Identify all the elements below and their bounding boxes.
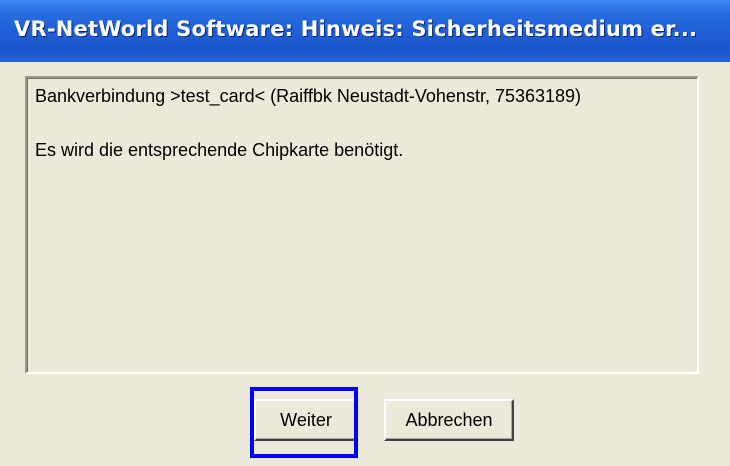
- bank-connection-text: Bankverbindung >test_card< (Raiffbk Neus…: [35, 86, 582, 106]
- title-bar[interactable]: VR-NetWorld Software: Hinweis: Sicherhei…: [0, 0, 730, 62]
- window-title: VR-NetWorld Software: Hinweis: Sicherhei…: [14, 17, 698, 41]
- continue-button[interactable]: Weiter: [254, 399, 358, 441]
- message-area: Bankverbindung >test_card< (Raiffbk Neus…: [25, 76, 699, 374]
- dialog-window: VR-NetWorld Software: Hinweis: Sicherhei…: [0, 0, 730, 466]
- cancel-button[interactable]: Abbrechen: [384, 399, 514, 441]
- chipcard-required-text: Es wird die entsprechende Chipkarte benö…: [35, 140, 404, 160]
- continue-button-label: Weiter: [280, 409, 332, 430]
- cancel-button-label: Abbrechen: [405, 409, 493, 430]
